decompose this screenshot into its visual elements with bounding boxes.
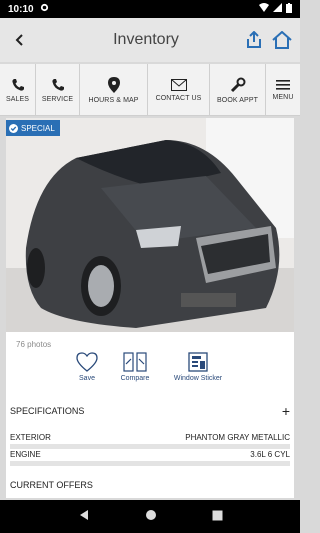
app-bar: Inventory <box>0 18 300 62</box>
status-bar: 10:10 <box>0 0 300 18</box>
shortcut-menu[interactable]: MENU <box>266 64 300 116</box>
wrench-icon <box>230 77 245 92</box>
signal-icon <box>273 3 282 15</box>
window-sticker-label: Window Sticker <box>173 375 223 382</box>
spec-row-engine: ENGINE 3.6L 6 CYL <box>10 447 290 461</box>
wifi-icon <box>259 3 269 15</box>
car-image <box>6 118 294 332</box>
save-label: Save <box>79 375 95 382</box>
circle-home-icon <box>145 509 156 520</box>
shortcut-label: HOURS & MAP <box>88 96 139 104</box>
share-button[interactable] <box>242 28 266 52</box>
spec-label: EXTERIOR <box>10 432 51 442</box>
specifications-title: SPECIFICATIONS <box>10 406 85 416</box>
share-icon <box>247 31 261 48</box>
vehicle-photo[interactable]: SPECIAL <box>6 118 294 332</box>
compare-button[interactable]: Compare <box>116 352 154 382</box>
shortcut-hours-map[interactable]: HOURS & MAP <box>80 64 148 116</box>
vehicle-card: SPECIAL 76 photos Save Compare Window St… <box>6 118 294 498</box>
spec-value: PHANTOM GRAY METALLIC <box>185 432 290 442</box>
square-recents-icon <box>212 510 222 520</box>
home-button[interactable] <box>270 28 294 52</box>
shortcut-label: MENU <box>272 93 294 101</box>
map-pin-icon <box>107 76 120 93</box>
mail-icon <box>170 78 187 91</box>
current-offers-header[interactable]: CURRENT OFFERS <box>10 480 93 490</box>
shortcut-label: CONTACT US <box>155 94 202 102</box>
special-badge: SPECIAL <box>6 120 60 136</box>
phone-icon <box>51 78 64 91</box>
spec-row-exterior: EXTERIOR PHANTOM GRAY METALLIC <box>10 430 290 444</box>
expand-icon[interactable]: + <box>282 403 290 419</box>
compare-label: Compare <box>120 375 150 382</box>
shortcut-book-appt[interactable]: BOOK APPT <box>210 64 266 116</box>
specifications-header[interactable]: SPECIFICATIONS + <box>10 403 290 419</box>
shortcut-label: SALES <box>5 95 30 103</box>
shortcut-contact-us[interactable]: CONTACT US <box>148 64 210 116</box>
window-sticker-icon <box>188 352 208 372</box>
battery-icon <box>286 2 292 16</box>
settings-gear-icon <box>40 3 49 15</box>
arrow-left-icon <box>15 34 23 46</box>
status-time: 10:10 <box>8 3 34 15</box>
nav-home-button[interactable] <box>145 508 157 526</box>
save-button[interactable]: Save <box>74 352 100 382</box>
nav-back-button[interactable] <box>78 508 90 526</box>
hamburger-icon <box>276 79 290 90</box>
shortcut-label: BOOK APPT <box>217 96 258 104</box>
check-circle-icon <box>9 123 18 133</box>
shortcut-label: SERVICE <box>41 95 74 103</box>
shortcut-sales[interactable]: SALES <box>0 64 36 116</box>
shortcut-service[interactable]: SERVICE <box>36 64 80 116</box>
phone-icon <box>11 78 24 91</box>
window-sticker-button[interactable]: Window Sticker <box>170 352 226 382</box>
photo-count: 76 photos <box>16 340 52 349</box>
spec-value: 3.6L 6 CYL <box>250 449 290 459</box>
system-nav-bar <box>0 500 300 533</box>
badge-label: SPECIAL <box>21 123 55 133</box>
vehicle-tools: Save Compare Window Sticker <box>6 352 294 388</box>
nav-recents-button[interactable] <box>212 508 223 526</box>
page-title: Inventory <box>113 31 179 48</box>
triangle-back-icon <box>79 509 88 520</box>
compare-icon <box>123 352 147 372</box>
home-icon <box>272 31 292 49</box>
heart-icon <box>76 352 98 372</box>
spec-label: ENGINE <box>10 449 41 459</box>
shortcut-bar: SALES SERVICE HOURS & MAP CONTACT US BOO… <box>0 64 300 116</box>
back-button[interactable] <box>0 18 40 62</box>
spec-divider <box>10 461 290 466</box>
